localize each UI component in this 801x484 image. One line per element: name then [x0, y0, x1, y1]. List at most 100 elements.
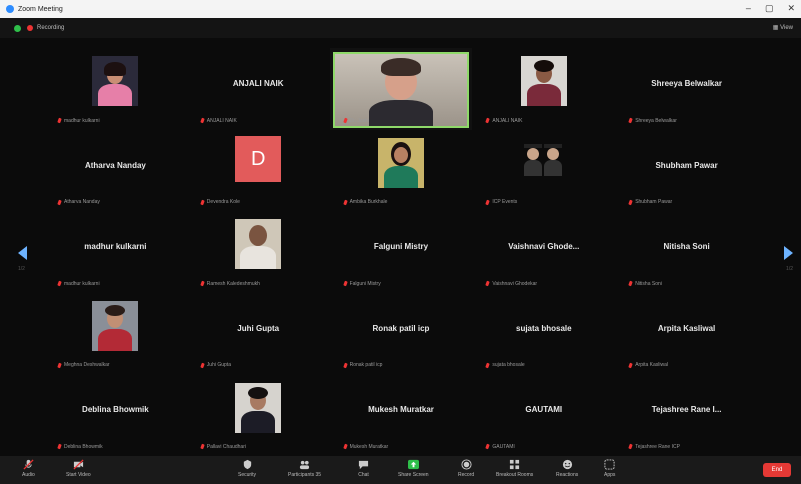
participant-label: Ronak patil icp — [342, 362, 382, 368]
participant-label: Falguni Mistry — [342, 281, 381, 287]
participant-video — [235, 219, 282, 270]
close-button[interactable]: ✕ — [787, 3, 795, 14]
participant-label-text: madhur kulkarni — [64, 117, 100, 124]
participant-label: Dr. Joshi — [342, 117, 370, 124]
view-button[interactable]: ▦ View — [773, 24, 793, 31]
page-indicator-right: 1/2 — [786, 266, 793, 272]
share-screen-icon — [407, 459, 419, 470]
chat-label: Chat — [358, 472, 369, 478]
audio-label: Audio — [22, 472, 35, 478]
video-camera-icon — [73, 459, 84, 470]
recording-dot-icon — [27, 25, 33, 31]
participant-label-text: ANJALI NAIK — [492, 117, 523, 124]
participant-label: Shubham Pawar — [628, 199, 672, 206]
participant-tile[interactable]: Arpita Kasliwal Arpita Kasliwal — [615, 292, 758, 375]
participant-label: Ambika Burkhale — [342, 199, 388, 206]
participant-tile[interactable]: D Devendra Kole — [186, 129, 330, 212]
muted-mic-icon — [200, 280, 205, 287]
participant-tile[interactable]: madhur kulkarni madhur kulkarni — [44, 211, 187, 293]
participant-label-text: Ambika Burkhale — [349, 199, 388, 206]
participant-tile[interactable]: Dr. Joshi — [329, 48, 473, 130]
start-video-button[interactable]: Start Video — [66, 459, 91, 478]
participant-name: Falguni Mistry — [373, 242, 429, 252]
participant-tile[interactable]: Deblina Bhowmik Deblina Bhowmik — [44, 374, 187, 456]
participant-label-text: ANJALI NAIK — [206, 117, 237, 124]
participant-label-text: Meghna Deshwalkar — [64, 362, 110, 369]
breakout-rooms-button[interactable]: Breakout Rooms — [496, 459, 533, 478]
participant-video — [332, 52, 469, 128]
participants-button[interactable]: Participants 35 — [288, 459, 321, 478]
previous-page-arrow-icon[interactable] — [18, 246, 27, 260]
next-page-arrow-icon[interactable] — [784, 246, 793, 260]
participant-label: ANJALI NAIK — [200, 117, 237, 124]
muted-mic-icon — [485, 117, 491, 124]
breakout-rooms-icon — [510, 459, 520, 470]
audio-button[interactable]: Audio — [22, 459, 35, 478]
participant-tile[interactable]: Shubham Pawar Shubham Pawar — [615, 129, 758, 212]
participant-label: Meghna Deshwalkar — [57, 362, 110, 369]
muted-mic-icon — [200, 444, 205, 450]
participant-label-text: Dr. Joshi — [349, 117, 370, 124]
page-indicator-left: 1/2 — [18, 266, 25, 272]
participant-tile[interactable]: Nitisha Soni Nitisha Soni — [615, 211, 758, 293]
maximize-button[interactable]: ▢ — [765, 3, 774, 14]
window-title: Zoom Meeting — [18, 5, 63, 13]
apps-button[interactable]: Apps — [604, 459, 615, 478]
microphone-icon — [23, 459, 34, 470]
participant-tile[interactable]: Pallavi Chaudhari — [186, 374, 330, 456]
shield-icon[interactable] — [14, 24, 21, 32]
participants-count: 35 — [315, 472, 322, 478]
participant-label: ICP Events — [485, 199, 517, 205]
meeting-toolbar: Audio Start Video Security Participants … — [0, 456, 801, 484]
minimize-button[interactable]: – — [746, 3, 751, 14]
muted-mic-icon — [628, 280, 633, 287]
recording-label[interactable]: Recording — [37, 25, 64, 31]
participant-video — [520, 137, 567, 188]
participant-name: Vaishnavi Ghode... — [508, 242, 580, 252]
participant-tile[interactable]: Falguni Mistry Falguni Mistry — [329, 211, 473, 293]
chat-bubble-icon — [358, 460, 369, 470]
record-icon — [461, 459, 472, 470]
participant-label-text: Juhi Gupta — [206, 362, 231, 369]
participant-label: madhur kulkarni — [57, 280, 100, 287]
participant-video — [92, 300, 139, 351]
participant-tile[interactable]: Atharva Nanday Atharva Nanday — [44, 129, 187, 212]
security-button[interactable]: Security — [238, 459, 256, 478]
muted-mic-icon — [342, 117, 348, 124]
participant-tile[interactable]: Mukesh Muratkar Mukesh Muratkar — [329, 374, 473, 456]
participant-tile[interactable]: madhur kulkarni — [44, 48, 187, 130]
muted-mic-icon — [342, 199, 348, 206]
security-label: Security — [238, 472, 257, 478]
participant-tile[interactable]: Juhi Gupta Juhi Gupta — [186, 292, 330, 375]
muted-mic-icon — [628, 199, 633, 206]
participant-name: GAUTAMI — [525, 405, 563, 415]
participant-label: Vaishnavi Ghodekar — [485, 281, 537, 287]
reactions-button[interactable]: Reactions — [556, 459, 578, 478]
participant-tile[interactable]: sujata bhosale sujata bhosale — [472, 292, 616, 375]
view-label: View — [780, 25, 793, 31]
participant-tile[interactable]: Tejashree Rane I... Tejashree Rane ICP — [615, 374, 758, 456]
record-button[interactable]: Record — [458, 459, 474, 478]
participant-tile[interactable]: ICP Events — [472, 129, 616, 212]
participant-label: Deblina Bhowmik — [57, 444, 103, 450]
participant-tile[interactable]: Ambika Burkhale — [329, 129, 473, 212]
chat-button[interactable]: Chat — [358, 459, 369, 478]
participant-tile[interactable]: GAUTAMI GAUTAMI — [472, 374, 616, 456]
participant-tile[interactable]: Shreeya Belwalkar Shreeya Belwalkar — [615, 48, 758, 130]
participant-tile[interactable]: Vaishnavi Ghode... Vaishnavi Ghodekar — [472, 211, 616, 293]
participant-label: madhur kulkarni — [57, 117, 100, 124]
participant-label: Atharva Nanday — [57, 199, 100, 205]
participant-label: ANJALI NAIK — [485, 117, 523, 124]
participant-label-text: madhur kulkarni — [64, 280, 100, 287]
apps-icon — [604, 459, 615, 470]
participant-tile[interactable]: ANJALI NAIK ANJALI NAIK — [186, 48, 330, 130]
share-screen-button[interactable]: Share Screen — [398, 459, 429, 478]
participant-tile[interactable]: Meghna Deshwalkar — [44, 292, 187, 375]
participant-name: Mukesh Muratkar — [368, 405, 434, 415]
start-video-label: Start Video — [66, 472, 91, 478]
end-meeting-button[interactable]: End — [763, 463, 791, 477]
apps-label: Apps — [604, 472, 616, 478]
participant-tile[interactable]: Ronak patil icp Ronak patil icp — [329, 292, 473, 375]
participant-tile[interactable]: ANJALI NAIK — [472, 48, 616, 130]
participant-tile[interactable]: Ramesh Kaledeshmukh — [186, 211, 330, 293]
